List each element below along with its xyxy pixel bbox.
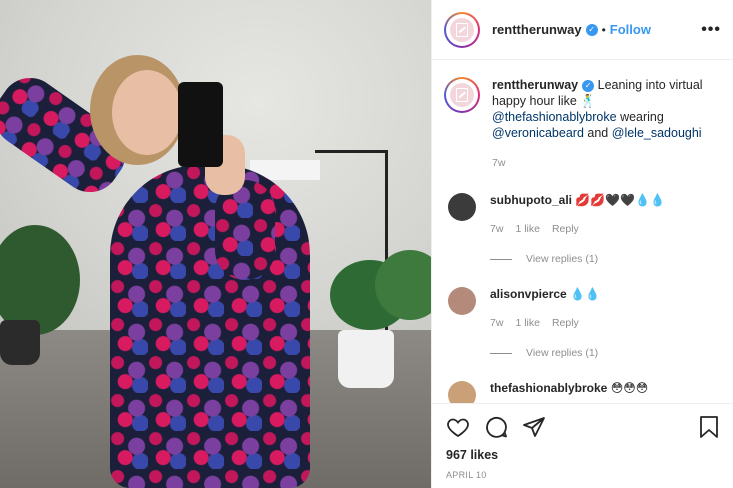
caption-mention[interactable]: @thefashionablybroke xyxy=(492,110,617,124)
view-replies-button[interactable]: View replies (1) xyxy=(490,347,722,359)
comment-likes[interactable]: 1 like xyxy=(515,317,540,329)
comment-username[interactable]: alisonvpierce xyxy=(490,287,567,301)
share-icon[interactable] xyxy=(522,415,546,439)
caption-avatar[interactable] xyxy=(444,77,480,113)
bookmark-icon[interactable] xyxy=(698,415,720,439)
comment-likes[interactable]: 1 like xyxy=(515,223,540,235)
post-date: APRIL 10 xyxy=(446,470,487,480)
header-username[interactable]: renttherunway xyxy=(492,22,582,37)
comment-text: 😳😳😳 xyxy=(610,381,649,395)
view-replies-button[interactable]: View replies (1) xyxy=(490,253,722,265)
likes-count[interactable]: 967 likes xyxy=(446,448,720,462)
view-replies-label: View replies (1) xyxy=(526,347,599,359)
reply-button[interactable]: Reply xyxy=(552,223,579,235)
comment-icon[interactable] xyxy=(484,415,508,439)
view-replies-label: View replies (1) xyxy=(526,253,599,265)
comment-text: 💧💧 xyxy=(570,287,600,301)
comment-avatar[interactable] xyxy=(448,381,476,403)
comment-time: 7w xyxy=(490,317,504,329)
post-actions: 967 likes APRIL 10 xyxy=(432,403,733,488)
comment-time: 7w xyxy=(490,223,504,235)
caption-time: 7w xyxy=(492,157,506,169)
caption-text: wearing xyxy=(620,110,664,124)
photo-arm-right xyxy=(215,180,275,280)
caption-mention[interactable]: @lele_sadoughi xyxy=(612,126,702,140)
photo-dress xyxy=(110,165,310,488)
photo-light-arm xyxy=(315,150,387,153)
comment-text: 💋💋🖤🖤💧💧 xyxy=(575,193,665,207)
comment-item: alisonvpierce 💧💧 7w 1 like Reply xyxy=(444,287,722,329)
post-photo[interactable] xyxy=(0,0,431,488)
comment-username[interactable]: thefashionablybroke xyxy=(490,381,607,395)
more-icon[interactable]: ••• xyxy=(701,21,721,39)
heart-icon[interactable] xyxy=(446,415,470,439)
avatar[interactable] xyxy=(444,11,480,48)
photo-phone xyxy=(178,82,223,167)
comment-avatar[interactable] xyxy=(448,193,476,221)
header-separator: • xyxy=(601,22,606,37)
photo-face xyxy=(112,70,182,155)
post-sidebar: renttherunway ✓ • Follow ••• renttherunw… xyxy=(431,0,733,488)
photo-light-stand xyxy=(385,150,388,360)
caption-text: and xyxy=(587,126,609,140)
caption-mention[interactable]: @veronicabeard xyxy=(492,126,584,140)
comment-item: subhupoto_ali 💋💋🖤🖤💧💧 7w 1 like Reply xyxy=(444,193,722,235)
brand-logo-icon xyxy=(450,17,474,42)
instagram-post: renttherunway ✓ • Follow ••• renttherunw… xyxy=(0,0,733,488)
caption-body: renttherunway ✓ Leaning into virtual happ… xyxy=(492,77,712,171)
comment-item: thefashionablybroke 😳😳😳 xyxy=(444,381,722,403)
caption: renttherunway ✓ Leaning into virtual happ… xyxy=(444,77,722,171)
follow-button[interactable]: Follow xyxy=(610,22,651,37)
reply-button[interactable]: Reply xyxy=(552,317,579,329)
comment-avatar[interactable] xyxy=(448,287,476,315)
caption-username[interactable]: renttherunway xyxy=(492,78,578,92)
comments-list[interactable]: renttherunway ✓ Leaning into virtual happ… xyxy=(432,61,733,403)
comment-username[interactable]: subhupoto_ali xyxy=(490,193,572,207)
post-header: renttherunway ✓ • Follow ••• xyxy=(432,0,733,60)
verified-icon: ✓ xyxy=(582,79,595,92)
verified-icon: ✓ xyxy=(585,23,598,36)
brand-logo-icon xyxy=(450,83,474,107)
photo-pot-right xyxy=(338,330,394,388)
photo-pot-left xyxy=(0,320,40,365)
